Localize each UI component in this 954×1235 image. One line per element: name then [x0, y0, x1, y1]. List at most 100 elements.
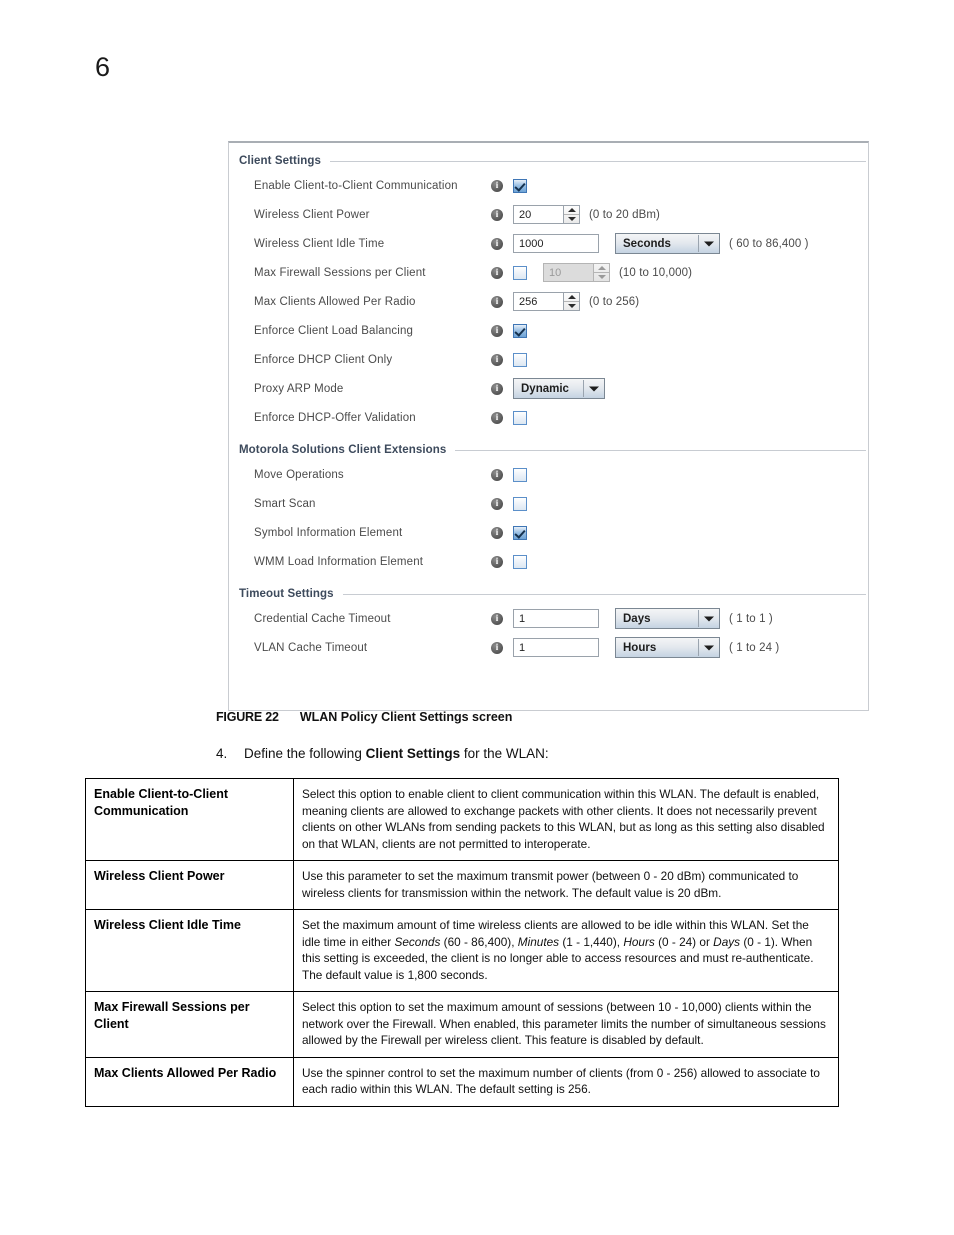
checkbox-smart-scan[interactable]: [513, 496, 527, 511]
client-settings-definition-table: Enable Client-to-Client Communication Sel…: [85, 778, 839, 1107]
info-icon[interactable]: [491, 497, 503, 510]
dropdown-unit-credential-cache-timeout[interactable]: Days: [615, 608, 720, 629]
figure-label: FIGURE 22: [216, 710, 279, 724]
definition-description-max-clients-allowed-per-radio: Use the spinner control to set the maxim…: [293, 1056, 839, 1107]
checkbox-enable-client-to-client-communication[interactable]: [513, 178, 527, 193]
info-icon[interactable]: [491, 526, 503, 539]
info-icon[interactable]: [491, 382, 503, 395]
info-icon[interactable]: [491, 295, 503, 308]
range-hint: ( 1 to 1 ): [729, 612, 773, 625]
dropdown-separator: [698, 610, 699, 627]
checkbox-max-firewall-sessions-per-client[interactable]: [513, 265, 527, 280]
info-icon[interactable]: [491, 468, 503, 481]
input-credential-cache-timeout[interactable]: [513, 609, 599, 628]
dropdown-value: Days: [623, 612, 651, 625]
checkbox-enforce-dhcp-offer-validation[interactable]: [513, 410, 527, 425]
section-rows-timeout-settings: Credential Cache Timeout Days ( 1 to 1 ) VL…: [229, 604, 868, 662]
checkbox-symbol-information-element[interactable]: [513, 525, 527, 540]
info-icon[interactable]: [491, 411, 503, 424]
page-number: 6: [95, 52, 111, 82]
definition-description-max-firewall-sessions-per-client: Select this option to set the maximum am…: [293, 991, 839, 1058]
checkbox-enforce-client-load-balancing[interactable]: [513, 323, 527, 338]
field-row-enforce-client-load-balancing: Enforce Client Load Balancing: [229, 316, 868, 345]
field-row-move-operations: Move Operations: [229, 460, 868, 489]
input-wireless-client-idle-time[interactable]: [513, 234, 599, 253]
field-label-wireless-client-idle-time: Wireless Client Idle Time: [254, 237, 385, 250]
dropdown-separator: [583, 380, 584, 397]
spinner-down-icon[interactable]: [594, 273, 609, 281]
step-text-after: for the WLAN:: [460, 746, 549, 761]
spinner-control[interactable]: [563, 292, 580, 311]
dropdown-value: Seconds: [623, 237, 671, 250]
info-icon[interactable]: [491, 266, 503, 279]
input-wireless-client-power[interactable]: [513, 205, 563, 224]
definition-description-wireless-client-power: Use this parameter to set the maximum tr…: [293, 860, 839, 910]
section-rule: [455, 449, 866, 451]
field-label-wmm-load-information-element: WMM Load Information Element: [254, 555, 424, 568]
field-row-smart-scan: Smart Scan: [229, 489, 868, 518]
spinner-down-icon[interactable]: [564, 215, 579, 223]
definition-term-wireless-client-idle-time: Wireless Client Idle Time: [85, 909, 294, 992]
field-row-symbol-information-element: Symbol Information Element: [229, 518, 868, 547]
field-label-enforce-client-load-balancing: Enforce Client Load Balancing: [254, 324, 414, 337]
field-label-proxy-arp-mode: Proxy ARP Mode: [254, 382, 344, 395]
section-rule: [342, 593, 866, 595]
field-label-smart-scan: Smart Scan: [254, 497, 316, 510]
checkbox-move-operations[interactable]: [513, 467, 527, 482]
step-bold-term: Client Settings: [365, 746, 461, 761]
info-icon[interactable]: [491, 179, 503, 192]
section-header-timeout-settings: Timeout Settings: [229, 588, 868, 600]
spinner-down-icon[interactable]: [564, 302, 579, 310]
dropdown-proxy-arp-mode[interactable]: Dynamic: [513, 378, 605, 399]
table-row: Enable Client-to-Client Communication Sel…: [85, 778, 839, 861]
definition-term-enable-client-to-client-communication: Enable Client-to-Client Communication: [85, 778, 294, 861]
section-rows-client-settings: Enable Client-to-Client Communication Wir…: [229, 171, 868, 432]
field-row-max-firewall-sessions-per-client: Max Firewall Sessions per Client (10 to 1…: [229, 258, 868, 287]
section-header-client-settings: Client Settings: [229, 155, 868, 167]
section-title: Client Settings: [239, 155, 322, 167]
input-max-clients-allowed-per-radio[interactable]: [513, 292, 563, 311]
step-number: 4.: [216, 746, 228, 761]
input-vlan-cache-timeout[interactable]: [513, 638, 599, 657]
info-icon[interactable]: [491, 641, 503, 654]
field-row-wireless-client-idle-time: Wireless Client Idle Time Seconds ( 60 to …: [229, 229, 868, 258]
definition-description-wireless-client-idle-time: Set the maximum amount of time wireless …: [293, 909, 839, 992]
spinner-control[interactable]: [593, 263, 610, 282]
field-label-enforce-dhcp-client-only: Enforce DHCP Client Only: [254, 353, 393, 366]
definition-term-max-clients-allowed-per-radio: Max Clients Allowed Per Radio: [85, 1056, 294, 1107]
spinner-control[interactable]: [563, 205, 580, 224]
range-hint: ( 60 to 86,400 ): [729, 237, 809, 250]
dropdown-unit-vlan-cache-timeout[interactable]: Hours: [615, 637, 720, 658]
checkbox-wmm-load-information-element[interactable]: [513, 554, 527, 569]
section-rows-motorola-solutions-client-extensions: Move Operations Smart Scan Symbol Informat…: [229, 460, 868, 576]
field-row-enforce-dhcp-offer-validation: Enforce DHCP-Offer Validation: [229, 403, 868, 432]
definition-term-max-firewall-sessions-per-client: Max Firewall Sessions per Client: [85, 991, 294, 1058]
range-hint: (0 to 256): [589, 295, 640, 308]
wlan-client-settings-screenshot: Client Settings Enable Client-to-Client C…: [228, 141, 869, 711]
table-row: Max Clients Allowed Per Radio Use the spi…: [85, 1056, 839, 1107]
dropdown-value: Hours: [623, 641, 657, 654]
dropdown-separator: [698, 639, 699, 656]
info-icon[interactable]: [491, 612, 503, 625]
field-row-vlan-cache-timeout: VLAN Cache Timeout Hours ( 1 to 24 ): [229, 633, 868, 662]
spinner-up-icon[interactable]: [564, 206, 579, 215]
checkbox-enforce-dhcp-client-only[interactable]: [513, 352, 527, 367]
info-icon[interactable]: [491, 208, 503, 221]
field-label-enable-client-to-client-communication: Enable Client-to-Client Communication: [254, 179, 458, 192]
dropdown-value: Dynamic: [521, 382, 569, 395]
info-icon[interactable]: [491, 555, 503, 568]
spinner-up-icon[interactable]: [594, 264, 609, 273]
field-label-move-operations: Move Operations: [254, 468, 344, 481]
field-row-enforce-dhcp-client-only: Enforce DHCP Client Only: [229, 345, 868, 374]
dropdown-unit-wireless-client-idle-time[interactable]: Seconds: [615, 233, 720, 254]
info-icon[interactable]: [491, 324, 503, 337]
spinner-up-icon[interactable]: [564, 293, 579, 302]
field-label-enforce-dhcp-offer-validation: Enforce DHCP-Offer Validation: [254, 411, 416, 424]
field-row-proxy-arp-mode: Proxy ARP Mode Dynamic: [229, 374, 868, 403]
table-row: Wireless Client Power Use this parameter …: [85, 860, 839, 910]
range-hint: (10 to 10,000): [619, 266, 693, 279]
table-row: Max Firewall Sessions per Client Select t…: [85, 991, 839, 1058]
figure-caption: FIGURE 22 WLAN Policy Client Settings scr…: [216, 710, 512, 724]
info-icon[interactable]: [491, 353, 503, 366]
info-icon[interactable]: [491, 237, 503, 250]
